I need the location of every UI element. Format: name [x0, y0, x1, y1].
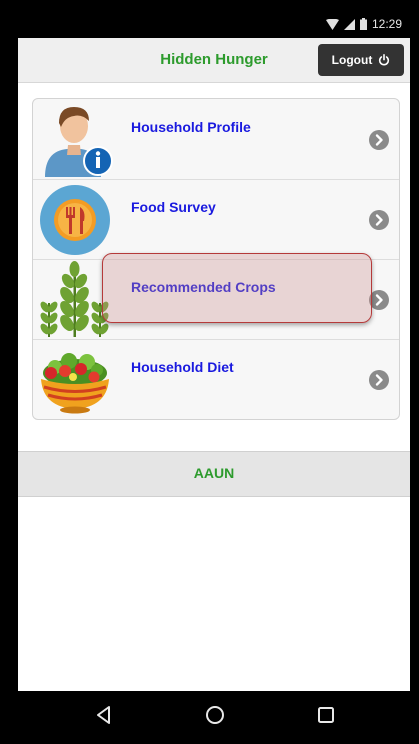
chevron-right-icon	[369, 210, 389, 230]
menu-item-label: Household Profile	[131, 119, 251, 135]
logout-label: Logout	[331, 53, 373, 67]
app-header: Hidden Hunger Logout	[18, 38, 410, 83]
battery-icon	[359, 18, 367, 30]
salad-bowl-icon	[41, 353, 109, 414]
status-time: 12:29	[371, 17, 402, 31]
home-icon[interactable]	[203, 703, 227, 727]
back-icon[interactable]	[92, 703, 116, 727]
chevron-right-icon	[369, 130, 389, 150]
signal-icon	[343, 18, 355, 30]
wifi-icon	[325, 18, 339, 30]
user-info-icon	[45, 107, 113, 177]
power-icon	[379, 54, 390, 66]
menu-item-label: Household Diet	[131, 359, 234, 375]
chevron-right-icon	[369, 290, 389, 310]
recent-apps-icon[interactable]	[314, 703, 338, 727]
menu-item-household-profile[interactable]: Household Profile	[33, 99, 399, 180]
fork-knife-icon	[40, 185, 110, 255]
android-nav-bar	[10, 691, 408, 739]
app-footer: AAUN	[18, 451, 410, 497]
menu-item-household-diet[interactable]: Household Diet	[33, 339, 399, 419]
menu-item-food-survey[interactable]: Food Survey	[33, 179, 399, 260]
logout-button[interactable]: Logout	[318, 44, 404, 76]
status-bar: 12:29	[10, 10, 408, 38]
app-screen: Hidden Hunger Logout Household Profile F…	[18, 38, 410, 691]
selection-highlight	[102, 253, 372, 323]
footer-text: AAUN	[193, 465, 235, 481]
chevron-right-icon	[369, 370, 389, 390]
menu-item-label: Food Survey	[131, 199, 216, 215]
